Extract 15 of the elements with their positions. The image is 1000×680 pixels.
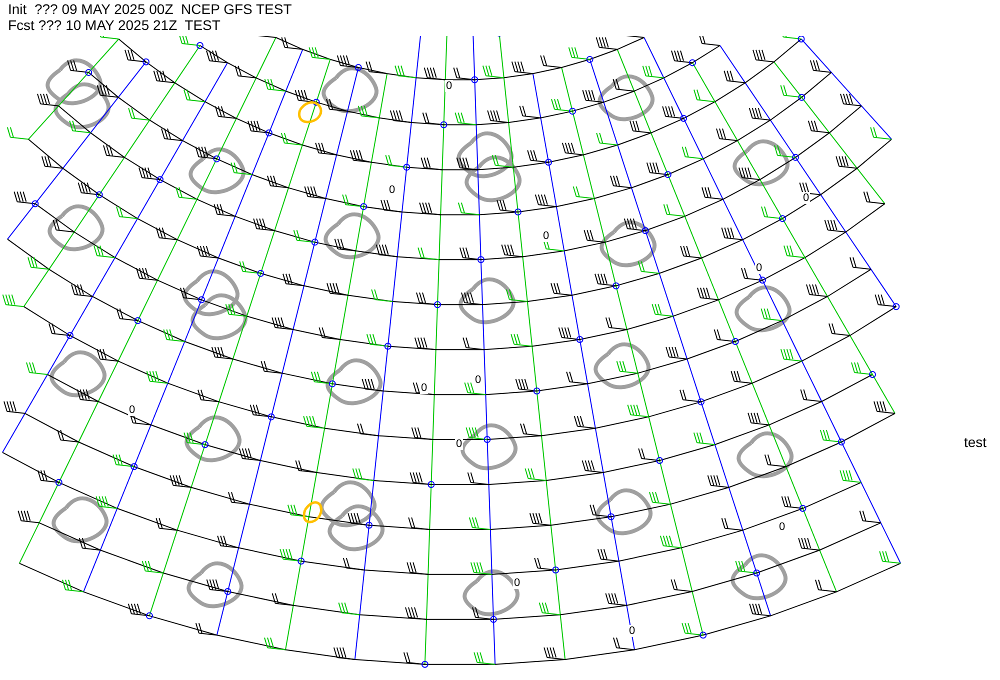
contour-label: 0 (388, 184, 396, 196)
contour-label: 0 (542, 230, 550, 242)
init-time-title: Init ??? 09 MAY 2025 00Z NCEP GFS TEST (8, 1, 292, 17)
contour-label: 0 (628, 625, 636, 637)
contour-label: 0 (513, 577, 522, 589)
contour-label: 0 (778, 521, 786, 533)
contour-label: 0 (128, 404, 136, 416)
forecast-time-title: Fcst ??? 10 MAY 2025 21Z TEST (8, 17, 220, 33)
contour-label: 0 (455, 438, 464, 450)
contour-label: 0 (755, 262, 764, 274)
contour-label: 0 (445, 80, 454, 92)
contour-label: 0 (420, 382, 428, 394)
side-label: test (964, 433, 987, 452)
contour-label: 0 (474, 374, 482, 386)
contour-label: 0 (802, 192, 810, 204)
